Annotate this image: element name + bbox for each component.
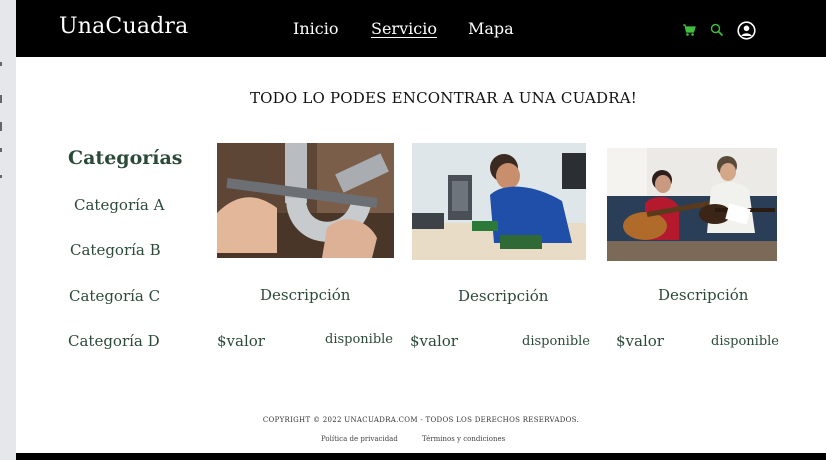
brand-logo[interactable]: UnaCuadra (59, 14, 188, 39)
card-price: $valor (616, 332, 664, 350)
categories-title: Categorías (68, 147, 183, 169)
guitar-lesson-photo[interactable] (607, 148, 777, 261)
card-price: $valor (410, 332, 458, 350)
edge-mark (0, 122, 2, 131)
card-availability: disponible (711, 334, 780, 349)
card-price: $valor (217, 332, 265, 350)
category-item[interactable]: Categoría A (74, 196, 164, 214)
headline: TODO LO PODES ENCONTRAR A UNA CUADRA! (249, 89, 638, 107)
nav-mapa[interactable]: Mapa (468, 19, 514, 38)
computer-repair-photo[interactable] (412, 143, 586, 260)
edge-mark (0, 95, 2, 103)
card-availability: disponible (522, 334, 591, 349)
navbar: UnaCuadra Inicio Servicio Mapa (16, 0, 826, 57)
page: UnaCuadra Inicio Servicio Mapa TODO LO P… (16, 0, 826, 460)
plumbing-wrench-photo[interactable] (217, 143, 394, 258)
category-item[interactable]: Categoría B (70, 241, 161, 259)
nav-servicio[interactable]: Servicio (371, 19, 437, 38)
cart-icon[interactable] (682, 22, 696, 41)
copyright: COPYRIGHT © 2022 UNACUADRA.COM - TODOS L… (262, 416, 580, 424)
category-item[interactable]: Categoría D (68, 332, 160, 350)
user-icon[interactable] (737, 21, 756, 44)
nav-inicio[interactable]: Inicio (293, 19, 338, 38)
bottom-bar (16, 453, 826, 460)
category-item[interactable]: Categoría C (69, 287, 160, 305)
privacy-link[interactable]: Política de privacidad (321, 435, 398, 443)
edge-mark (0, 175, 2, 178)
card-description: Descripción (658, 286, 749, 304)
card-description: Descripción (458, 287, 549, 305)
terms-link[interactable]: Términos y condiciones (422, 435, 505, 443)
card-description: Descripción (260, 286, 351, 304)
card-availability: disponible (325, 332, 394, 347)
edge-mark (0, 148, 2, 152)
browser-edge (0, 0, 16, 460)
edge-mark (0, 62, 2, 66)
search-icon[interactable] (710, 22, 724, 41)
